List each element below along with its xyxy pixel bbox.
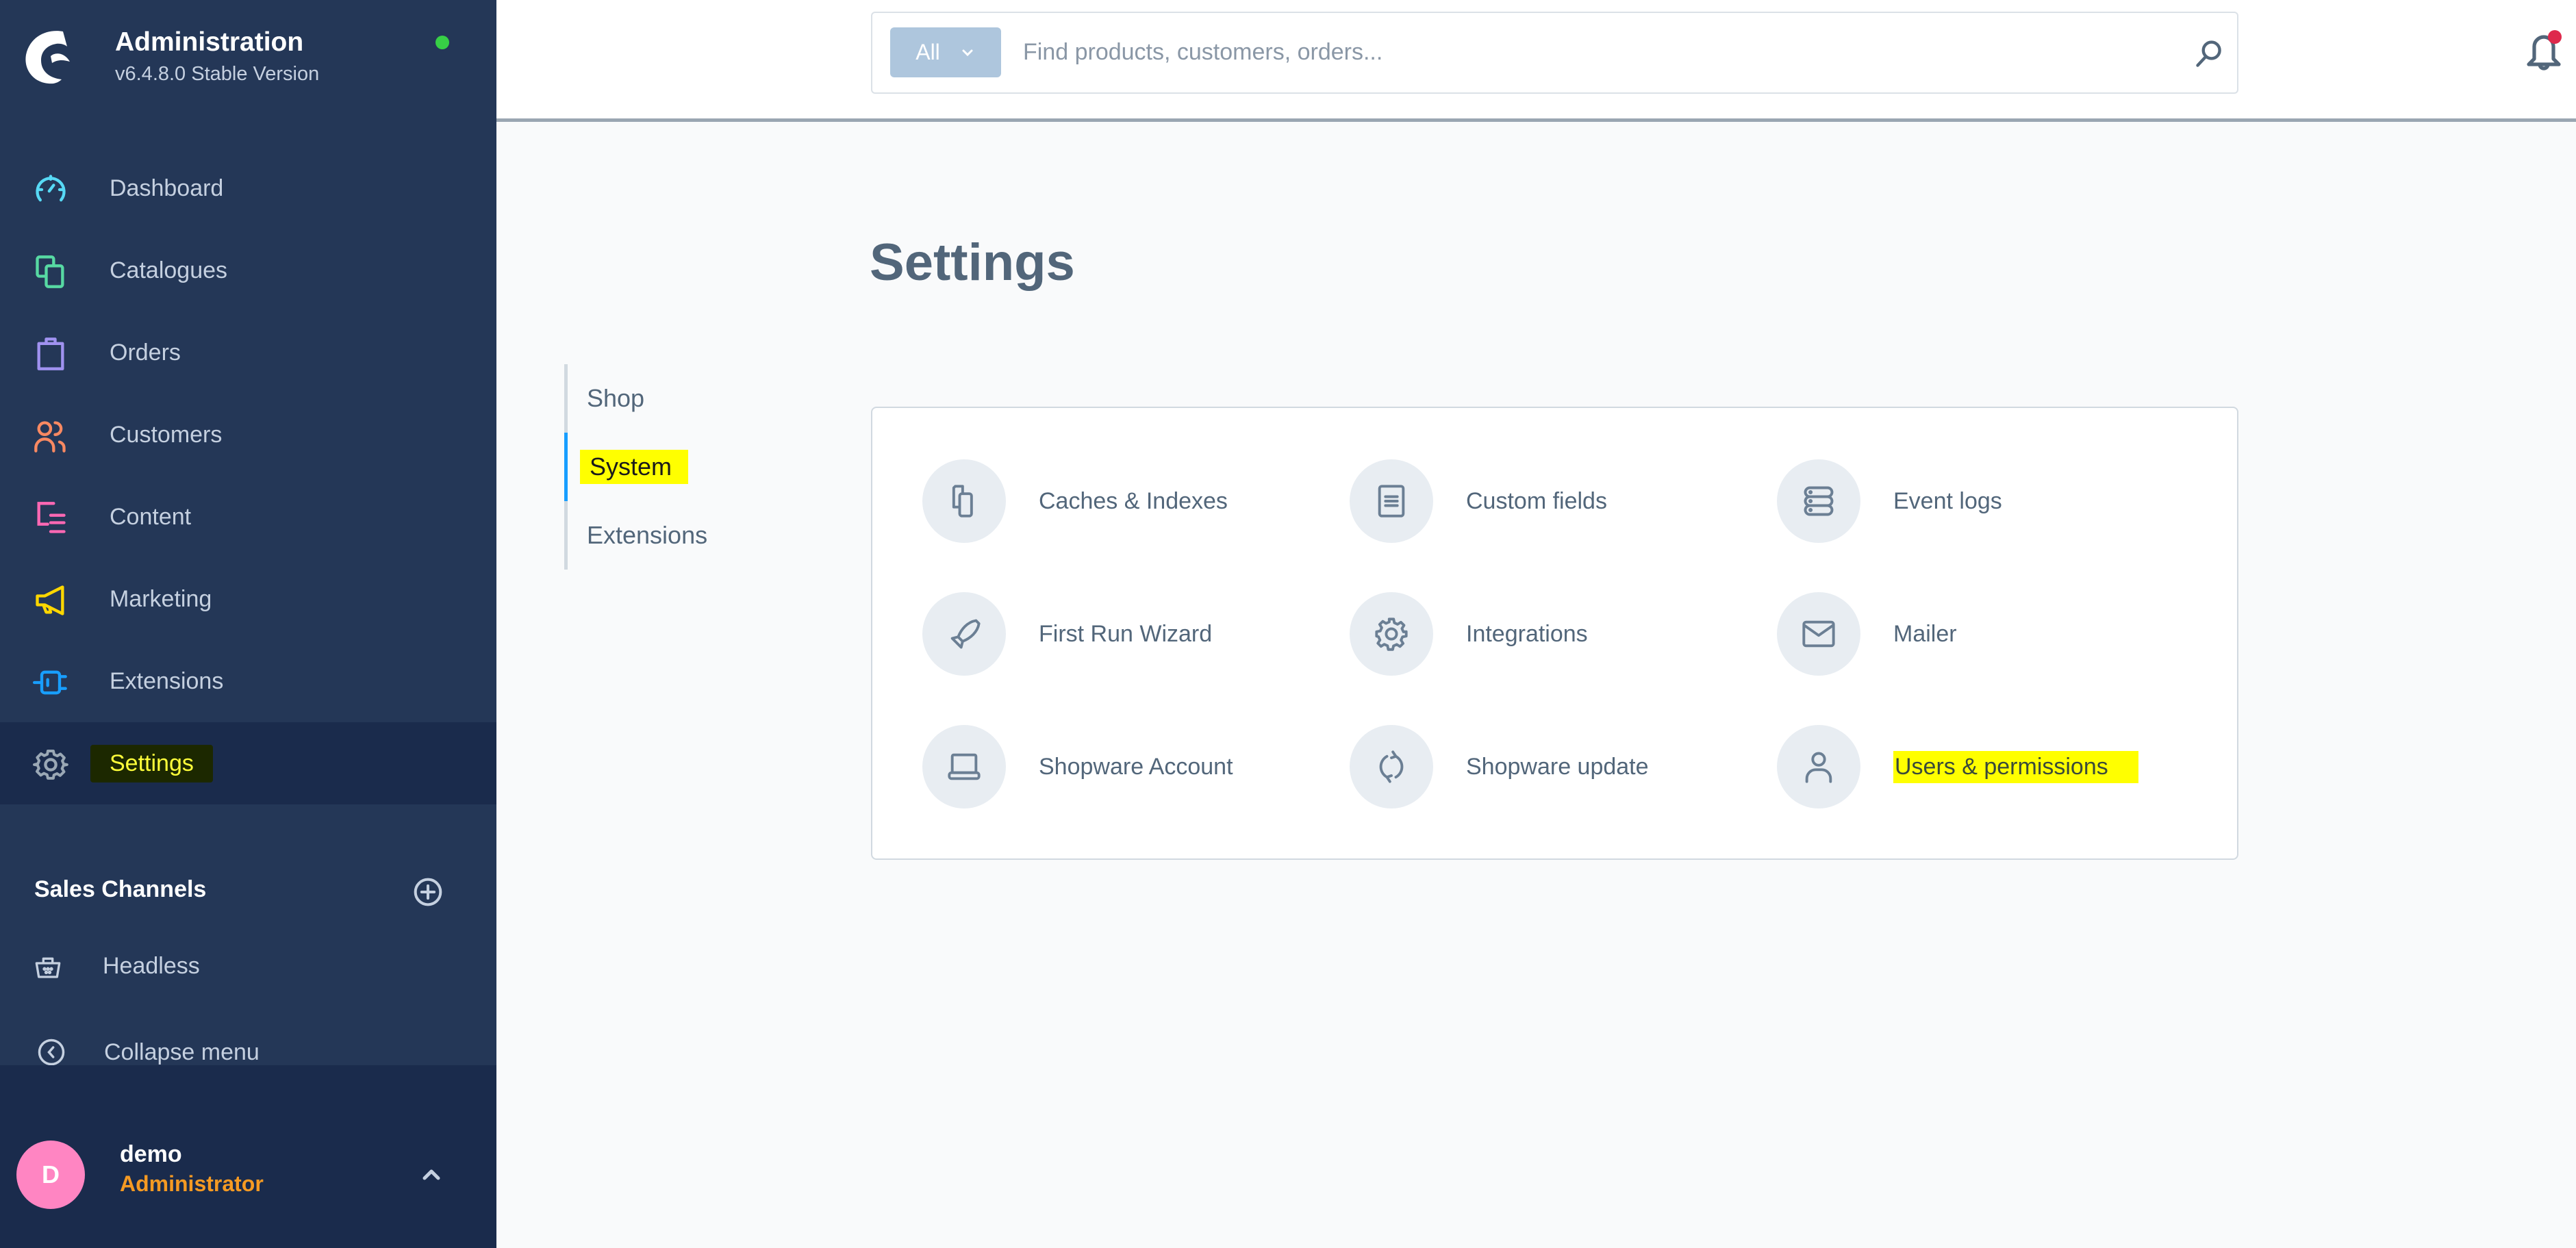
user-name: demo — [120, 1141, 182, 1167]
settings-item-label: Shopware update — [1466, 753, 1649, 780]
sidebar-item-label: Catalogues — [110, 257, 228, 283]
brand-header: Administration v6.4.8.0 Stable Version — [0, 0, 496, 116]
event-logs-icon — [1804, 486, 1834, 516]
settings-item-label: Caches & Indexes — [1039, 487, 1228, 514]
mail-icon — [1802, 620, 1835, 648]
customers-icon — [34, 421, 66, 453]
sidebar-item-label: Marketing — [110, 585, 212, 612]
basket-icon — [35, 957, 61, 978]
sidebar-item-orders[interactable]: Orders — [0, 311, 496, 394]
search-type-dropdown[interactable]: All — [890, 27, 1001, 77]
extensions-icon — [33, 670, 67, 695]
shopware-logo-icon — [25, 31, 70, 84]
sales-channels-heading: Sales Channels — [34, 876, 207, 902]
caches-icon — [952, 485, 973, 518]
catalogues-icon — [36, 255, 64, 288]
user-icon — [1805, 752, 1832, 783]
sidebar-item-label: Extensions — [110, 667, 224, 694]
avatar: D — [16, 1141, 85, 1209]
settings-item-label: First Run Wizard — [1039, 620, 1213, 647]
content-icon — [37, 502, 66, 533]
main-nav: Dashboard Catalogues Orders Customers Co… — [0, 147, 496, 804]
chevron-left-circle-icon — [38, 1039, 65, 1066]
tab-extensions[interactable]: Extensions — [568, 501, 708, 570]
settings-item-shopware-account[interactable]: Shopware Account — [922, 724, 1347, 809]
settings-item-label: Event logs — [1893, 487, 2002, 514]
sidebar-item-marketing[interactable]: Marketing — [0, 558, 496, 640]
sidebar-item-label: Customers — [110, 421, 223, 448]
laptop-icon — [948, 753, 981, 780]
user-role: Administrator — [120, 1171, 264, 1196]
chevron-up-icon[interactable] — [418, 1161, 445, 1188]
app-title: Administration — [115, 27, 304, 57]
status-indicator — [435, 36, 449, 49]
search-icon[interactable] — [2194, 39, 2224, 69]
sidebar-item-customers[interactable]: Customers — [0, 394, 496, 476]
chevron-down-icon — [962, 49, 973, 56]
gear-icon — [1375, 617, 1408, 651]
tab-shop[interactable]: Shop — [568, 364, 705, 433]
settings-item-label: Integrations — [1466, 620, 1588, 647]
settings-item-shopware-update[interactable]: Shopware update — [1350, 724, 1774, 809]
page-title: Settings — [870, 233, 1075, 292]
refresh-icon — [1379, 750, 1404, 783]
sidebar-item-label: Dashboard — [110, 175, 224, 201]
add-sales-channel-icon[interactable] — [413, 877, 443, 907]
sidebar-item-settings[interactable]: Settings — [0, 722, 496, 804]
global-search: All — [871, 12, 2238, 94]
sidebar-item-label: Content — [110, 503, 192, 530]
settings-item-event-logs[interactable]: Event logs — [1777, 459, 2201, 544]
collapse-menu-label: Collapse menu — [104, 1039, 260, 1065]
settings-item-integrations[interactable]: Integrations — [1350, 591, 1774, 676]
notification-badge — [2548, 30, 2562, 44]
rocket-icon — [950, 619, 981, 649]
notification-bell-icon[interactable] — [2523, 27, 2564, 75]
top-header: All — [496, 0, 2576, 122]
sidebar-item-label: Settings — [90, 744, 213, 782]
tab-label: System — [580, 450, 689, 484]
sales-channel-label: Headless — [103, 953, 200, 979]
sales-channel-headless[interactable]: Headless — [0, 931, 496, 1006]
settings-item-first-run-wizard[interactable]: First Run Wizard — [922, 591, 1347, 676]
sidebar-item-catalogues[interactable]: Catalogues — [0, 229, 496, 311]
settings-item-caches[interactable]: Caches & Indexes — [922, 459, 1347, 544]
settings-item-mailer[interactable]: Mailer — [1777, 591, 2201, 676]
custom-fields-icon — [1378, 485, 1405, 518]
dashboard-icon — [36, 175, 66, 202]
settings-tabs: Shop System Extensions — [564, 364, 707, 570]
search-type-label: All — [916, 40, 940, 64]
settings-item-label: Shopware Account — [1039, 753, 1233, 780]
sidebar-item-extensions[interactable]: Extensions — [0, 640, 496, 722]
system-settings-card: Caches & Indexes Custom fields Event log… — [871, 407, 2238, 860]
sidebar-item-dashboard[interactable]: Dashboard — [0, 147, 496, 229]
tab-label: Shop — [587, 384, 645, 412]
settings-item-label: Mailer — [1893, 620, 1957, 647]
settings-item-custom-fields[interactable]: Custom fields — [1350, 459, 1774, 544]
orders-icon — [37, 338, 64, 370]
sidebar-item-label: Orders — [110, 339, 181, 366]
search-input[interactable] — [1023, 27, 2119, 77]
marketing-icon — [36, 585, 64, 615]
app-version: v6.4.8.0 Stable Version — [115, 63, 320, 85]
tab-system[interactable]: System — [564, 433, 701, 501]
user-panel: D demo Administrator — [0, 1065, 496, 1248]
sidebar: Administration v6.4.8.0 Stable Version D… — [0, 0, 496, 1248]
settings-item-users-permissions[interactable]: Users & permissions — [1777, 724, 2201, 809]
settings-item-label: Users & permissions — [1893, 750, 2138, 783]
settings-item-label: Custom fields — [1466, 487, 1607, 514]
tab-label: Extensions — [587, 521, 708, 549]
settings-icon — [33, 749, 68, 780]
sidebar-item-content[interactable]: Content — [0, 476, 496, 558]
